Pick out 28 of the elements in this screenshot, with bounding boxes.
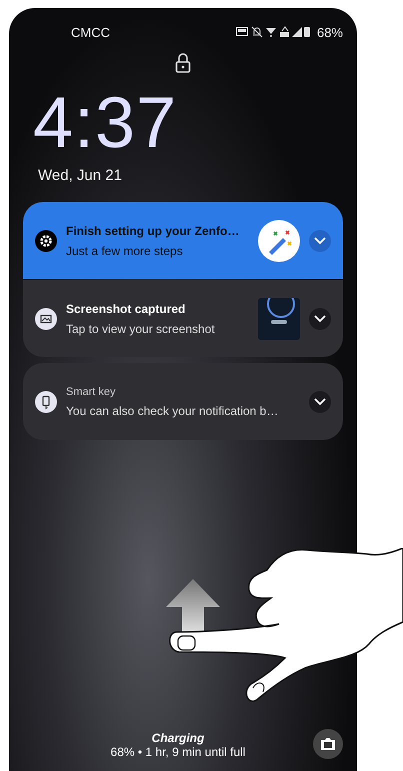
notification-text: You can also check your notification b…	[66, 404, 280, 418]
notification-title: Finish setting up your Zenfo…	[66, 224, 240, 238]
lock-icon	[175, 53, 191, 73]
notification-text: Just a few more steps	[66, 244, 184, 258]
notification-card[interactable]: Smart key You can also check your notification b…	[23, 363, 343, 440]
image-icon	[35, 308, 57, 330]
screenshot-thumbnail	[258, 298, 300, 340]
settings-icon	[35, 230, 57, 252]
charging-title: Charging	[152, 731, 204, 745]
magic-wand-icon	[258, 220, 300, 262]
notification-text: Tap to view your screenshot	[66, 322, 216, 336]
battery-percentage: 68%	[316, 24, 343, 40]
camera-button[interactable]	[313, 729, 343, 759]
chevron-down-icon	[314, 314, 326, 322]
notification-card[interactable]: Screenshot captured Tap to view your screenshot	[23, 280, 343, 357]
camera-icon	[320, 737, 336, 751]
date-text: Wed, Jun 21	[38, 167, 123, 184]
key-icon	[35, 390, 57, 412]
chevron-down-icon	[314, 398, 326, 406]
charging-detail: 68% • 1 hr, 9 min until full	[110, 745, 246, 759]
carrier-name: CMCC	[71, 24, 110, 40]
app-name: Smart key	[66, 386, 117, 398]
notification-title: Screenshot captured	[66, 302, 186, 316]
clock-time: 4:37	[33, 85, 178, 161]
chevron-down-icon	[314, 236, 326, 244]
notification-card[interactable]: Finish setting up your Zenfo… Just a few more steps	[23, 202, 343, 279]
expand-button[interactable]	[309, 390, 331, 412]
expand-button[interactable]	[309, 308, 331, 330]
